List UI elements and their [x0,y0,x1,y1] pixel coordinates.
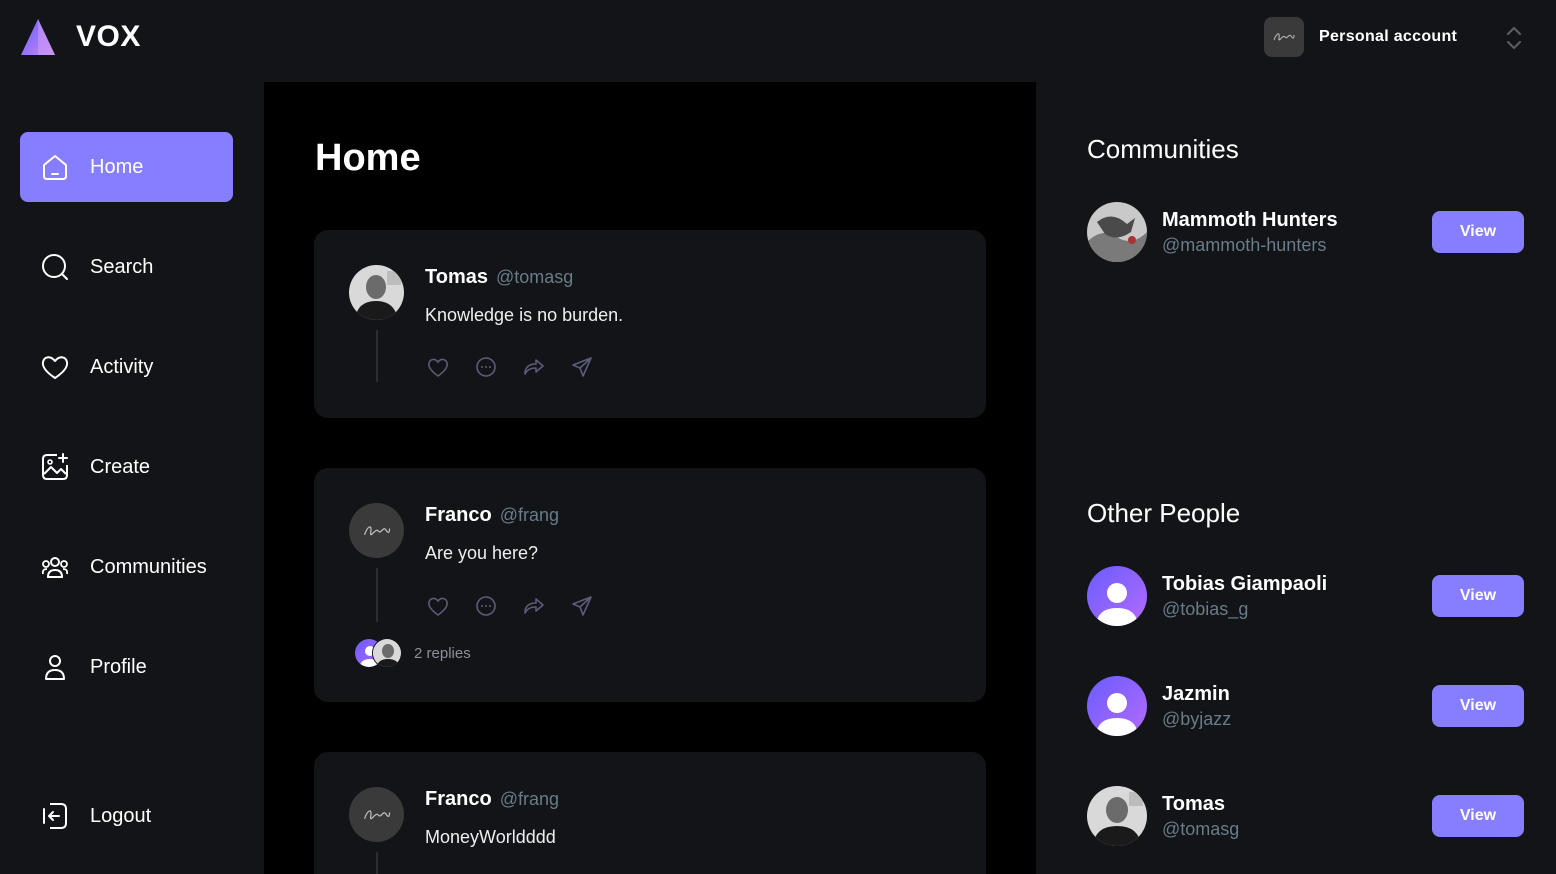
user-photo-icon [349,265,404,320]
reply-bubble-icon[interactable] [473,593,499,619]
reply-avatar [372,638,402,668]
sidebar-item-search[interactable]: Search [20,232,233,302]
left-sidebar: Home Search Activity Create Communities … [0,82,264,874]
page-title: Home [315,137,421,179]
thread-line [376,852,378,874]
replies-preview[interactable]: 2 replies [354,638,471,668]
logout-button[interactable]: Logout [20,781,233,851]
like-heart-icon[interactable] [425,593,451,619]
view-button[interactable]: View [1432,575,1524,617]
person-avatar[interactable] [1087,566,1147,626]
post-author[interactable]: Franco @frang [425,788,559,811]
reply-bubble-icon[interactable] [473,354,499,380]
share-send-icon[interactable] [569,354,595,380]
post-text: Are you here? [425,543,539,563]
thread-line [376,568,378,622]
person-name: Tobias Giampaoli [1162,573,1328,595]
view-button[interactable]: View [1432,795,1524,837]
person-handle: @tomasg [1162,819,1240,839]
signature-icon [1273,33,1295,41]
thread-card: Franco @frang Are you here? 2 replies [314,468,986,702]
post-actions [425,593,617,619]
author-handle: @frang [499,505,559,525]
replies-count: 2 replies [414,644,471,662]
post-actions [425,354,617,380]
avatar[interactable] [349,787,404,842]
author-handle: @frang [499,789,559,809]
logo[interactable]: VOX [20,18,141,56]
other-people-title: Other People [1087,498,1241,528]
sidebar-item-profile[interactable]: Profile [20,632,233,702]
heart-icon [40,352,70,382]
view-button[interactable]: View [1432,211,1524,253]
logout-icon [40,801,70,831]
sidebar-item-create[interactable]: Create [20,432,233,502]
main-feed: Home Tomas @tomasg Knowledge is no burde… [264,82,1036,874]
post-author[interactable]: Tomas @tomasg [425,266,573,289]
sidebar-item-label: Create [90,455,151,478]
sidebar-item-label: Home [90,155,144,178]
search-icon [40,252,70,282]
repost-arrow-icon[interactable] [521,354,547,380]
app-name: VOX [76,20,141,53]
people-icon [40,552,70,582]
thread-card: Franco @frang MoneyWorldddd [314,752,986,874]
like-heart-icon[interactable] [425,354,451,380]
post-text: MoneyWorldddd [425,827,556,847]
home-icon [40,152,70,182]
thread-card: Tomas @tomasg Knowledge is no burden. [314,230,986,418]
sidebar-item-label: Search [90,255,154,278]
avatar[interactable] [349,265,404,320]
view-button[interactable]: View [1432,685,1524,727]
author-name: Franco [425,504,492,526]
top-bar: VOX Personal account [0,0,1556,82]
person-avatar[interactable] [1087,786,1147,846]
post-author[interactable]: Franco @frang [425,504,559,527]
account-avatar [1264,17,1304,57]
author-handle: @tomasg [495,267,574,287]
sidebar-item-label: Communities [90,555,207,578]
user-icon [40,652,70,682]
sidebar-item-activity[interactable]: Activity [20,332,233,402]
community-handle: @mammoth-hunters [1162,235,1327,255]
person-row: Tobias Giampaoli @tobias_g View [1087,566,1524,626]
create-image-icon [40,452,70,482]
logo-triangle-icon [21,19,55,55]
community-row: Mammoth Hunters @mammoth-hunters View [1087,202,1524,262]
sidebar-item-label: Profile [90,655,147,678]
avatar[interactable] [349,503,404,558]
account-switcher[interactable]: Personal account [1264,17,1457,57]
person-avatar[interactable] [1087,676,1147,736]
chevron-up-down-icon[interactable] [1504,24,1524,52]
signature-icon [363,525,390,535]
account-label: Personal account [1319,28,1458,45]
person-row: Jazmin @byjazz View [1087,676,1524,736]
person-handle: @byjazz [1162,709,1232,729]
share-send-icon[interactable] [569,593,595,619]
thread-line [376,330,378,382]
sidebar-item-communities[interactable]: Communities [20,532,233,602]
community-avatar[interactable] [1087,202,1147,262]
author-name: Tomas [425,266,488,288]
repost-arrow-icon[interactable] [521,593,547,619]
right-sidebar: Communities Mammoth Hunters @mammoth-hun… [1036,82,1556,874]
signature-icon [363,809,390,819]
communities-title: Communities [1087,134,1239,164]
person-handle: @tobias_g [1162,599,1249,619]
sidebar-item-label: Activity [90,355,154,378]
sidebar-item-home[interactable]: Home [20,132,233,202]
person-row: Tomas @tomasg View [1087,786,1524,846]
person-name: Jazmin [1162,683,1230,705]
person-name: Tomas [1162,793,1225,815]
post-text: Knowledge is no burden. [425,305,624,325]
author-name: Franco [425,788,492,810]
logout-label: Logout [90,804,152,827]
community-name: Mammoth Hunters [1162,209,1338,231]
